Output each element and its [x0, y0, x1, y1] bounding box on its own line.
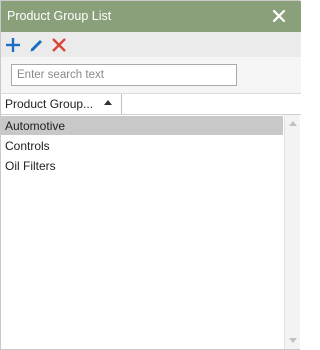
- plus-icon[interactable]: [4, 36, 22, 54]
- product-group-list-window: Product Group List Product Group... A: [0, 0, 301, 350]
- table-row[interactable]: Controls: [1, 136, 283, 155]
- search-panel: [1, 57, 301, 94]
- scroll-up-arrow-icon[interactable]: [289, 121, 297, 126]
- column-header-label: Product Group...: [5, 97, 94, 111]
- pencil-icon[interactable]: [28, 36, 46, 54]
- search-input[interactable]: [11, 64, 237, 86]
- vertical-scrollbar[interactable]: [284, 115, 300, 349]
- title-bar: Product Group List: [1, 1, 301, 32]
- window-title: Product Group List: [7, 9, 112, 23]
- table-row[interactable]: Automotive: [1, 116, 283, 135]
- close-icon[interactable]: [271, 8, 287, 24]
- table-row[interactable]: Oil Filters: [1, 156, 283, 175]
- row-label: Oil Filters: [5, 159, 56, 173]
- x-icon[interactable]: [50, 36, 68, 54]
- toolbar: [1, 32, 301, 57]
- row-label: Automotive: [5, 119, 66, 133]
- row-label: Controls: [5, 139, 50, 153]
- scroll-down-arrow-icon[interactable]: [289, 338, 297, 343]
- grid-rows: Automotive Controls Oil Filters: [1, 116, 283, 348]
- grid-header: Product Group...: [1, 94, 301, 115]
- column-header-product-group[interactable]: Product Group...: [1, 94, 122, 114]
- sort-ascending-icon: [104, 100, 112, 105]
